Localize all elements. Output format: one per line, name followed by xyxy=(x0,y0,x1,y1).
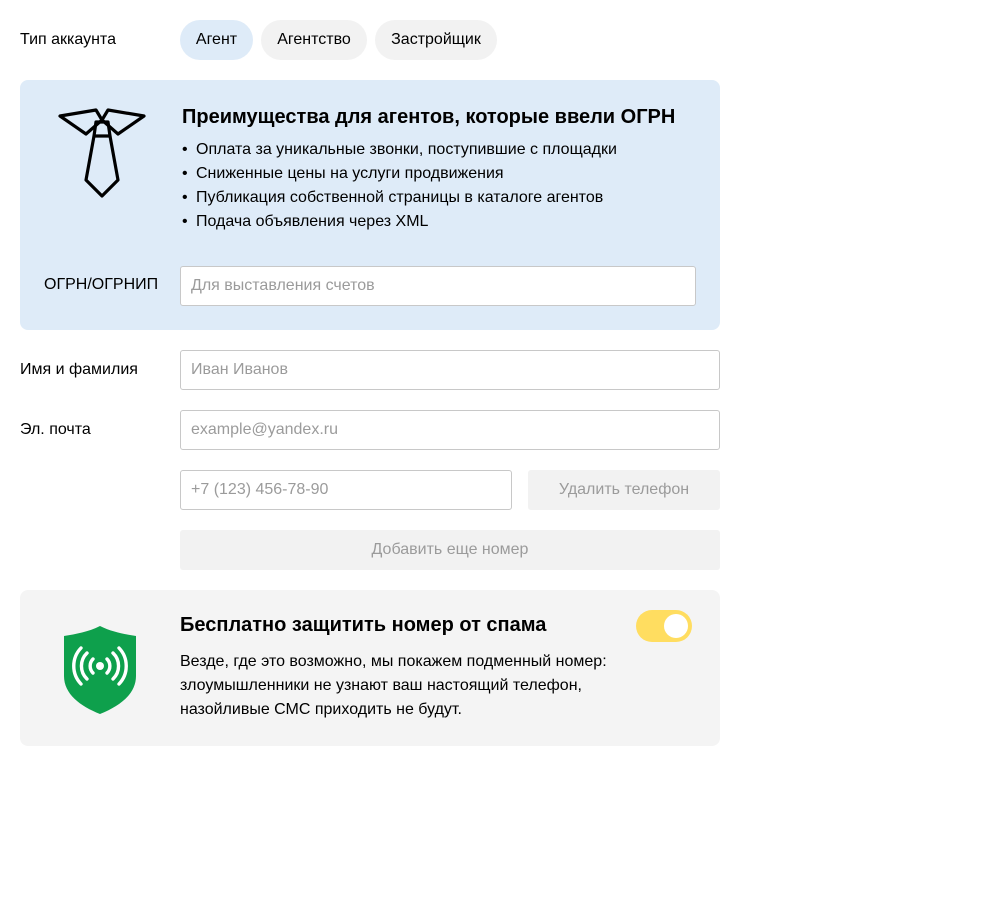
account-type-developer-chip[interactable]: Застройщик xyxy=(375,20,497,60)
ogrn-label: ОГРН/ОГРНИП xyxy=(44,276,159,293)
account-type-label: Тип аккаунта xyxy=(20,31,116,48)
benefits-list: Оплата за уникальные звонки, поступившие… xyxy=(182,138,617,234)
account-type-agent-chip[interactable]: Агент xyxy=(180,20,253,60)
add-phone-button[interactable]: Добавить еще номер xyxy=(180,530,720,570)
benefits-title: Преимущества для агентов, которые ввели … xyxy=(182,106,676,128)
name-input[interactable] xyxy=(180,350,720,390)
spam-protection-toggle[interactable] xyxy=(636,610,692,642)
delete-phone-button[interactable]: Удалить телефон xyxy=(528,470,720,510)
tie-icon xyxy=(58,108,146,198)
agent-benefits-card: Преимущества для агентов, которые ввели … xyxy=(20,80,720,330)
spam-protection-description: Везде, где это возможно, мы покажем подм… xyxy=(180,653,607,718)
phone-input[interactable] xyxy=(180,470,512,510)
benefit-item: Сниженные цены на услуги продвижения xyxy=(182,162,617,186)
benefit-item: Подача объявления через XML xyxy=(182,210,617,234)
spam-protection-card: Бесплатно защитить номер от спама Везде,… xyxy=(20,590,720,746)
spam-protection-title: Бесплатно защитить номер от спама xyxy=(180,614,547,636)
toggle-knob xyxy=(664,614,688,638)
account-type-agency-chip[interactable]: Агентство xyxy=(261,20,367,60)
shield-signal-icon xyxy=(64,626,136,714)
email-input[interactable] xyxy=(180,410,720,450)
benefit-item: Оплата за уникальные звонки, поступившие… xyxy=(182,138,617,162)
ogrn-input[interactable] xyxy=(180,266,696,306)
name-label: Имя и фамилия xyxy=(20,361,138,378)
benefit-item: Публикация собственной страницы в катало… xyxy=(182,186,617,210)
email-label: Эл. почта xyxy=(20,421,91,438)
